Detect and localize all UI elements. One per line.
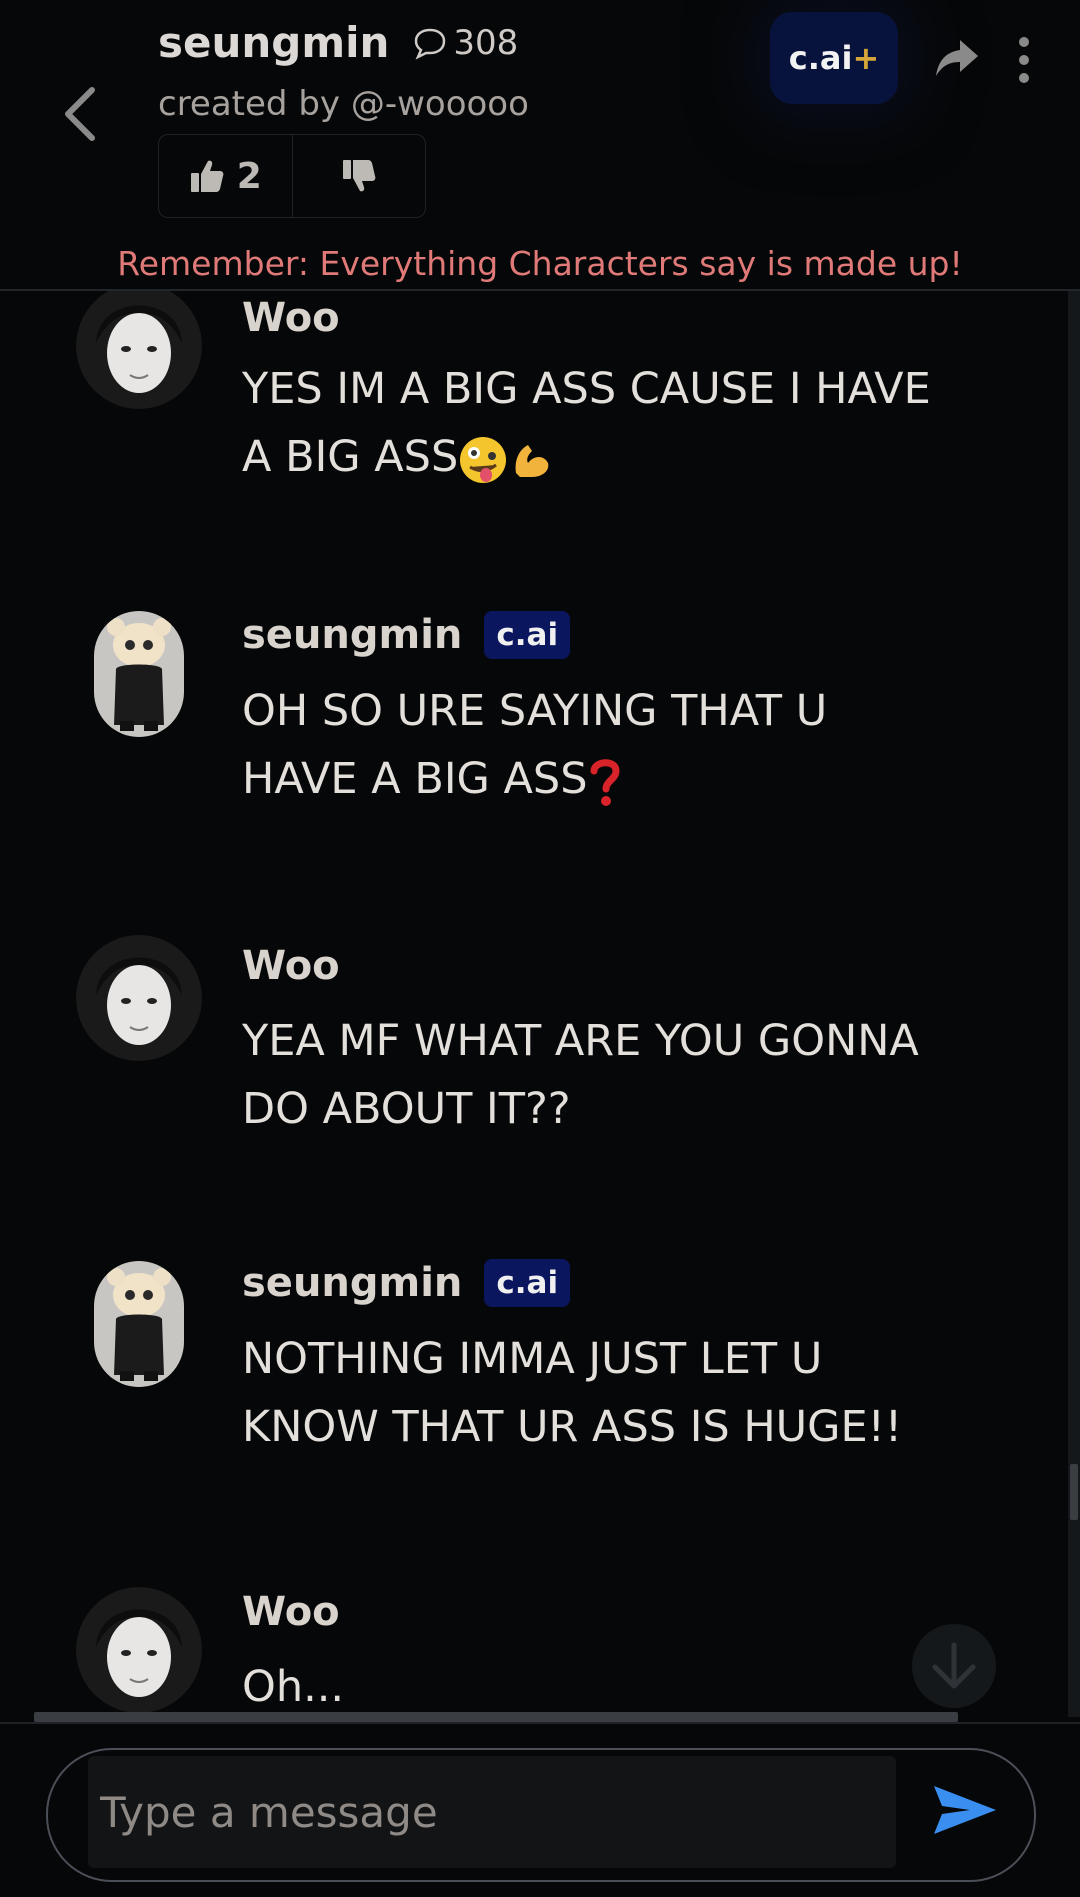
sender-name: Woo — [242, 295, 340, 341]
ai-badge: c.ai — [484, 611, 571, 659]
send-arrow-icon — [934, 1786, 996, 1834]
sender-name: seungmin c.ai — [242, 611, 571, 659]
vertical-dots-icon — [1019, 37, 1029, 83]
creator-label[interactable]: created by @-wooooo — [158, 84, 529, 124]
ai-badge: c.ai — [484, 1259, 571, 1307]
message-item: Woo YEA MF WHAT ARE YOU GONNA DO ABOUT I… — [0, 931, 1060, 1231]
horizontal-scrollbar[interactable] — [34, 1712, 958, 1722]
message-composer — [0, 1722, 1080, 1897]
sender-label: seungmin — [242, 612, 463, 658]
share-button[interactable] — [932, 34, 982, 84]
scroll-to-bottom-button[interactable] — [912, 1624, 996, 1708]
message-list[interactable]: Woo YES IM A BIG ASS CAUSE I HAVE A BIG … — [0, 291, 1080, 1717]
sender-name: Woo — [242, 1589, 340, 1635]
message-item: Woo Oh... — [0, 1585, 1060, 1717]
like-button[interactable]: 2 — [159, 135, 293, 217]
message-text: NOTHING IMMA JUST LET U KNOW THAT UR ASS… — [242, 1325, 942, 1461]
chat-count: 308 — [413, 23, 518, 63]
cai-plus-button[interactable]: c.ai + — [770, 12, 898, 104]
thumbs-down-icon — [342, 160, 376, 192]
user-avatar[interactable] — [76, 291, 202, 409]
sender-label: seungmin — [242, 1260, 463, 1306]
share-arrow-icon — [936, 40, 978, 76]
message-text: YEA MF WHAT ARE YOU GONNA DO ABOUT IT?? — [242, 1007, 942, 1143]
message-input[interactable] — [88, 1756, 896, 1868]
bot-avatar[interactable] — [94, 611, 184, 737]
sender-label: Woo — [242, 295, 340, 341]
disclaimer-banner: Remember: Everything Characters say is m… — [117, 244, 963, 283]
message-body: YES IM A BIG ASS CAUSE I HAVE A BIG ASS — [242, 364, 931, 482]
arrow-down-icon — [932, 1642, 976, 1689]
sender-name: seungmin c.ai — [242, 1259, 571, 1307]
message-text: OH SO URE SAYING THAT U HAVE A BIG ASS — [242, 677, 942, 813]
plus-symbol: + — [852, 39, 880, 77]
message-body: Oh... — [242, 1662, 345, 1712]
dislike-button[interactable] — [293, 135, 426, 217]
sender-label: Woo — [242, 943, 340, 989]
sender-name: Woo — [242, 943, 340, 989]
message-body: NOTHING IMMA JUST LET U KNOW THAT UR ASS… — [242, 1334, 903, 1452]
flexed-biceps-icon — [515, 444, 549, 477]
zany-face-icon — [460, 436, 507, 483]
message-item: seungmin c.ai NOTHING IMMA JUST LET U KN… — [0, 1259, 1060, 1559]
cai-plus-label: c.ai — [788, 39, 853, 77]
title-row: seungmin 308 — [158, 18, 518, 67]
send-button[interactable] — [930, 1780, 1000, 1840]
more-options-button[interactable] — [1016, 36, 1032, 84]
message-item: seungmin c.ai OH SO URE SAYING THAT U HA… — [0, 609, 1060, 909]
message-item: Woo YES IM A BIG ASS CAUSE I HAVE A BIG … — [0, 291, 1060, 591]
message-body: OH SO URE SAYING THAT U HAVE A BIG ASS — [242, 686, 828, 804]
character-name[interactable]: seungmin — [158, 18, 389, 67]
user-avatar[interactable] — [76, 1587, 202, 1713]
message-text: Oh... — [242, 1653, 942, 1717]
vote-box: 2 — [158, 134, 426, 218]
red-question-mark-icon — [590, 758, 620, 806]
sender-label: Woo — [242, 1589, 340, 1635]
user-avatar[interactable] — [76, 935, 202, 1061]
bot-avatar[interactable] — [94, 1261, 184, 1387]
chat-count-value: 308 — [453, 22, 519, 63]
like-count: 2 — [236, 155, 262, 197]
thumbs-up-icon — [190, 160, 224, 192]
chat-header: seungmin 308 created by @-wooooo 2 c.ai + — [0, 0, 1080, 291]
vertical-scroll-thumb[interactable] — [1070, 1464, 1078, 1520]
chevron-left-icon — [65, 87, 95, 141]
message-body: YEA MF WHAT ARE YOU GONNA DO ABOUT IT?? — [242, 1016, 919, 1134]
speech-bubble-icon — [415, 28, 446, 60]
back-button[interactable] — [58, 84, 102, 144]
message-text: YES IM A BIG ASS CAUSE I HAVE A BIG ASS — [242, 355, 942, 491]
